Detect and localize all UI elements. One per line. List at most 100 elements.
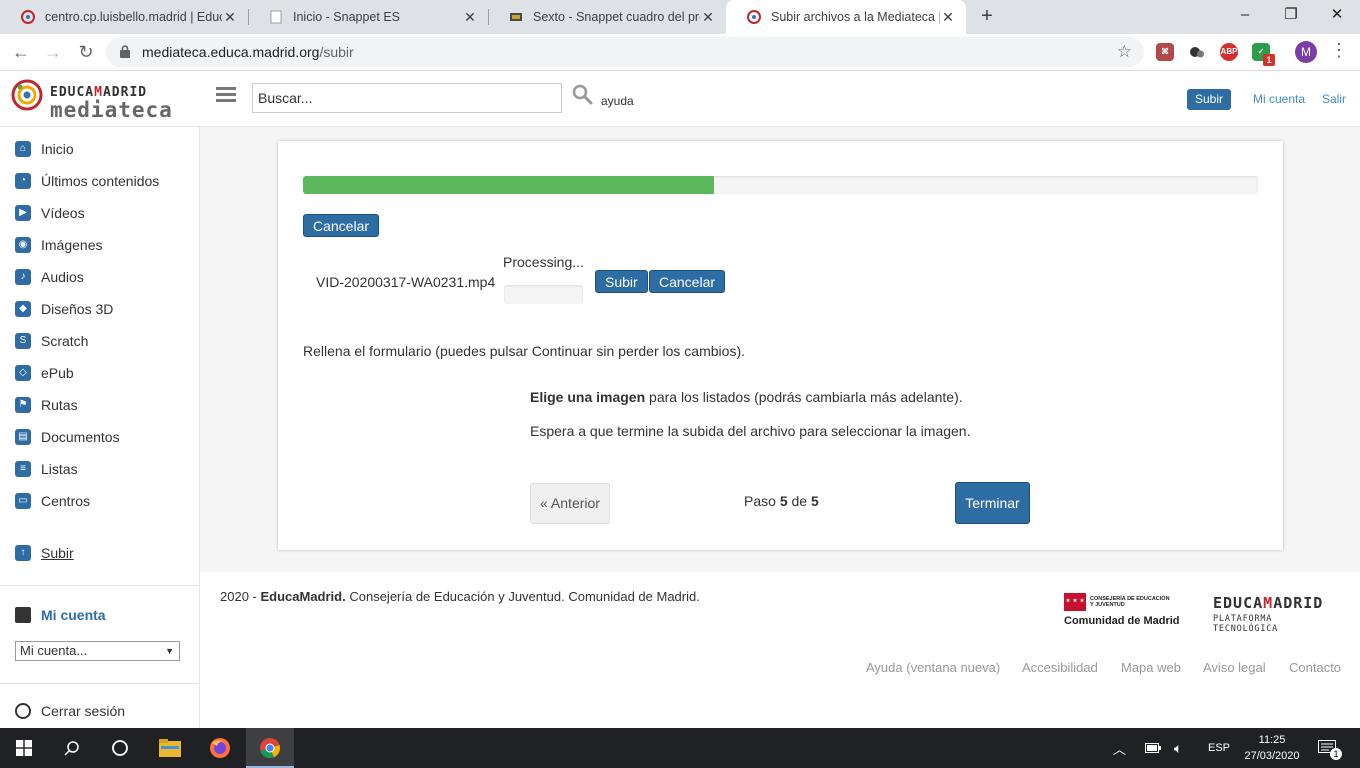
tab-educamadrid[interactable]: centro.cp.luisbello.madrid | Educa ✕ <box>0 0 248 34</box>
pdf-icon[interactable]: ⌘ <box>1156 43 1174 61</box>
chevron-down-icon: ▼ <box>165 646 174 656</box>
url-host: mediateca.educa.madrid.org <box>142 44 320 60</box>
tab-mediateca-upload[interactable]: Subir archivos a la Mediateca | M ✕ <box>726 0 966 34</box>
page-favicon-icon <box>268 9 284 25</box>
clock-time: 11:25 <box>1258 734 1286 746</box>
footer-link-accesibilidad[interactable]: Accesibilidad <box>1022 660 1098 675</box>
adblock-icon[interactable]: ABP <box>1220 43 1238 61</box>
sidebar-item-centros[interactable]: ▭ Centros <box>15 491 90 511</box>
file-cancel-button[interactable]: Cancelar <box>649 270 726 293</box>
account-section-title: Mi cuenta <box>15 607 106 623</box>
list-icon: ≡ <box>15 461 31 477</box>
browser-toolbar: ← → ↻ mediateca.educa.madrid.org/subir ☆… <box>0 34 1360 71</box>
footer-link-aviso[interactable]: Aviso legal <box>1203 660 1266 675</box>
brand-mediateca: mediateca <box>50 98 173 122</box>
back-icon[interactable]: ← <box>8 39 34 65</box>
sidebar-item-audios[interactable]: ♪ Audios <box>15 267 84 287</box>
close-tab-icon[interactable]: ✕ <box>940 9 956 26</box>
previous-button[interactable]: « Anterior <box>530 483 610 524</box>
tab-snappet-sexto[interactable]: Sexto - Snappet cuadro del profe ✕ <box>488 0 726 34</box>
close-window-icon[interactable]: ✕ <box>1314 0 1360 30</box>
minimize-icon[interactable]: – <box>1222 0 1268 30</box>
finish-button[interactable]: Terminar <box>955 482 1030 524</box>
bubbles-icon[interactable] <box>1188 43 1206 61</box>
camera-icon: ◉ <box>15 237 31 253</box>
mediateca-logo[interactable]: EDUCAMADRID mediateca <box>10 76 190 124</box>
bookmark-star-icon[interactable]: ☆ <box>1117 42 1132 62</box>
sidebar-item-listas[interactable]: ≡ Listas <box>15 459 78 479</box>
upload-icon: ↑ <box>15 545 31 561</box>
play-icon: ▶ <box>15 205 31 221</box>
footer-link-ayuda[interactable]: Ayuda (ventana nueva) <box>866 660 1000 675</box>
sidebar-item-videos[interactable]: ▶ Vídeos <box>15 203 85 223</box>
close-tab-icon[interactable]: ✕ <box>222 9 238 26</box>
choose-image-text: Elige una imagen para los listados (podr… <box>530 389 963 405</box>
wait-text: Espera a que termine la subida del archi… <box>530 423 971 439</box>
clock[interactable]: 11:25 27/03/2020 <box>1240 732 1304 764</box>
tab-title: centro.cp.luisbello.madrid | Educa <box>45 10 222 24</box>
language-indicator[interactable]: ESP <box>1208 728 1230 768</box>
close-tab-icon[interactable]: ✕ <box>462 9 478 26</box>
sidebar-divider <box>0 683 200 684</box>
taskbar-search-icon[interactable] <box>48 728 96 768</box>
flag-icon: ⚑ <box>15 397 31 413</box>
windows-start-icon[interactable] <box>0 728 48 768</box>
footer-link-contacto[interactable]: Contacto <box>1289 660 1341 675</box>
volume-icon[interactable]: 🔈︎ <box>1174 728 1182 768</box>
tab-snappet-inicio[interactable]: Inicio - Snappet ES ✕ <box>248 0 488 34</box>
sidebar-item-inicio[interactable]: ⌂ Inicio <box>15 139 74 159</box>
menu-toggle-icon[interactable] <box>216 87 236 103</box>
sidebar-item-rutas[interactable]: ⚑ Rutas <box>15 395 78 415</box>
my-account-link[interactable]: Mi cuenta <box>1253 92 1305 106</box>
task-view-icon[interactable] <box>96 728 144 768</box>
firefox-icon[interactable] <box>196 728 244 768</box>
restore-icon[interactable]: ❐ <box>1268 0 1314 30</box>
upload-button[interactable]: Subir <box>1187 89 1232 110</box>
educamadrid-footer-logo[interactable]: EDUCAMADRID PLATAFORMA TECNOLÓGICA <box>1213 594 1343 634</box>
file-upload-button[interactable]: Subir <box>595 270 648 293</box>
sidebar-item-imagenes[interactable]: ◉ Imágenes <box>15 235 102 255</box>
show-hidden-icons-icon[interactable]: ︿ <box>1113 728 1126 768</box>
new-tab-icon[interactable]: + <box>976 5 998 27</box>
tab-title: Inicio - Snappet ES <box>293 10 401 24</box>
educamadrid-favicon-icon <box>746 9 762 25</box>
browser-window: centro.cp.luisbello.madrid | Educa ✕ Ini… <box>0 0 1360 768</box>
forward-icon[interactable]: → <box>40 39 66 65</box>
sidebar-item-disenos[interactable]: ◆ Diseños 3D <box>15 299 113 319</box>
sidebar-item-ultimos[interactable]: ◔ Últimos contenidos <box>15 171 159 191</box>
comunidad-madrid-logo[interactable]: CONSEJERÍA DE EDUCACIÓN Y JUVENTUD Comun… <box>1064 593 1196 629</box>
profile-avatar[interactable]: M <box>1295 41 1317 63</box>
account-select[interactable]: Mi cuenta... ▼ <box>15 641 180 661</box>
help-link[interactable]: ayuda <box>601 94 634 108</box>
browser-menu-icon[interactable]: ⋮ <box>1330 40 1348 61</box>
document-icon: ▤ <box>15 429 31 445</box>
close-tab-icon[interactable]: ✕ <box>700 9 716 26</box>
reload-icon[interactable]: ↻ <box>73 39 99 65</box>
cube-icon: ◆ <box>15 301 31 317</box>
educamadrid-favicon-icon <box>20 9 36 25</box>
speaker-icon: ♪ <box>15 269 31 285</box>
sidebar-logout[interactable]: Cerrar sesión <box>15 703 125 719</box>
lock-icon <box>120 45 130 61</box>
logout-link[interactable]: Salir <box>1322 92 1346 106</box>
search-icon[interactable] <box>572 84 593 108</box>
tab-title: Sexto - Snappet cuadro del profe <box>533 10 700 24</box>
notifications-icon[interactable]: 1 <box>1318 728 1342 768</box>
chrome-icon[interactable] <box>246 728 294 768</box>
sidebar-item-epub[interactable]: ◇ ePub <box>15 363 74 383</box>
sidebar-divider <box>0 585 200 586</box>
sidebar-item-documentos[interactable]: ▤ Documentos <box>15 427 120 447</box>
home-icon: ⌂ <box>15 141 31 157</box>
epub-icon: ◇ <box>15 365 31 381</box>
sidebar-item-scratch[interactable]: S Scratch <box>15 331 88 351</box>
search-input[interactable]: Buscar... <box>252 83 562 113</box>
footer-link-mapa[interactable]: Mapa web <box>1121 660 1181 675</box>
address-bar[interactable]: mediateca.educa.madrid.org/subir ☆ <box>106 37 1144 67</box>
battery-icon[interactable] <box>1145 728 1161 768</box>
cancel-all-button[interactable]: Cancelar <box>303 214 380 237</box>
madrid-flag-icon <box>1064 593 1086 611</box>
file-explorer-icon[interactable] <box>146 728 194 768</box>
form-instructions: Rellena el formulario (puedes pulsar Con… <box>303 343 745 359</box>
progress-fill <box>303 176 714 194</box>
sidebar-item-subir[interactable]: ↑ Subir <box>15 543 74 563</box>
